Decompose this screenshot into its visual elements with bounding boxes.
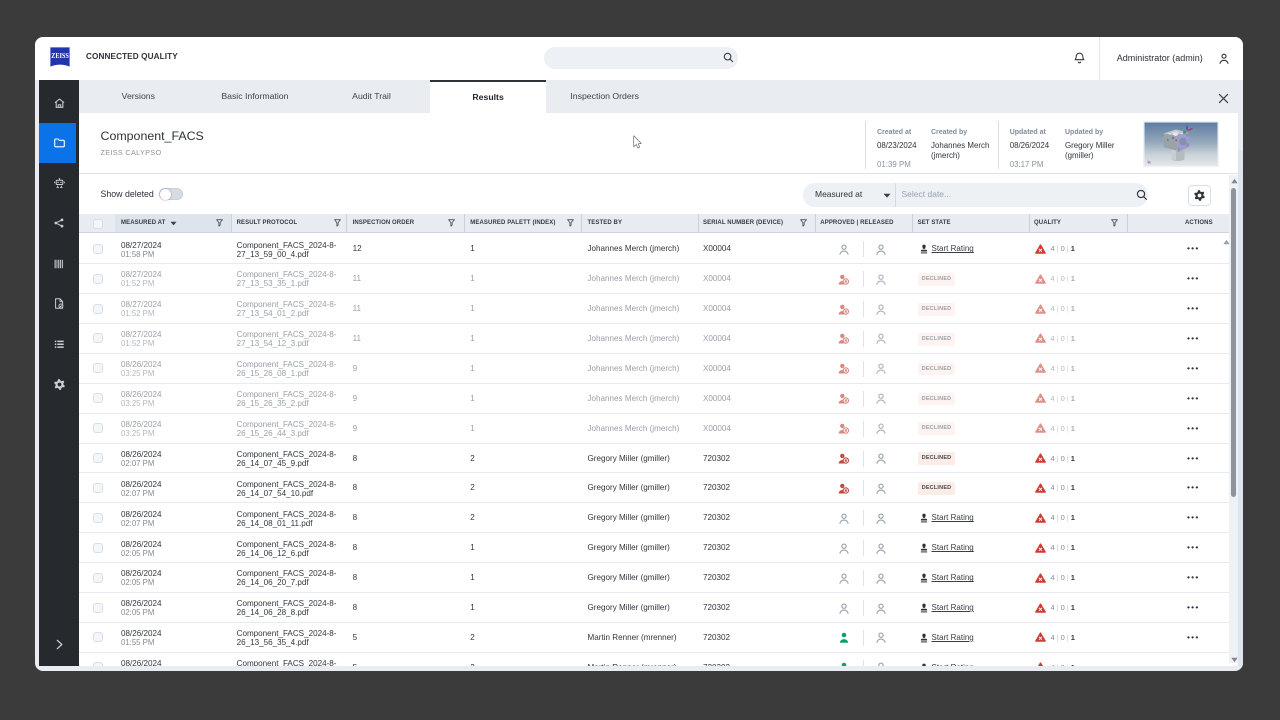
svg-text:ZEISS: ZEISS	[51, 51, 69, 60]
